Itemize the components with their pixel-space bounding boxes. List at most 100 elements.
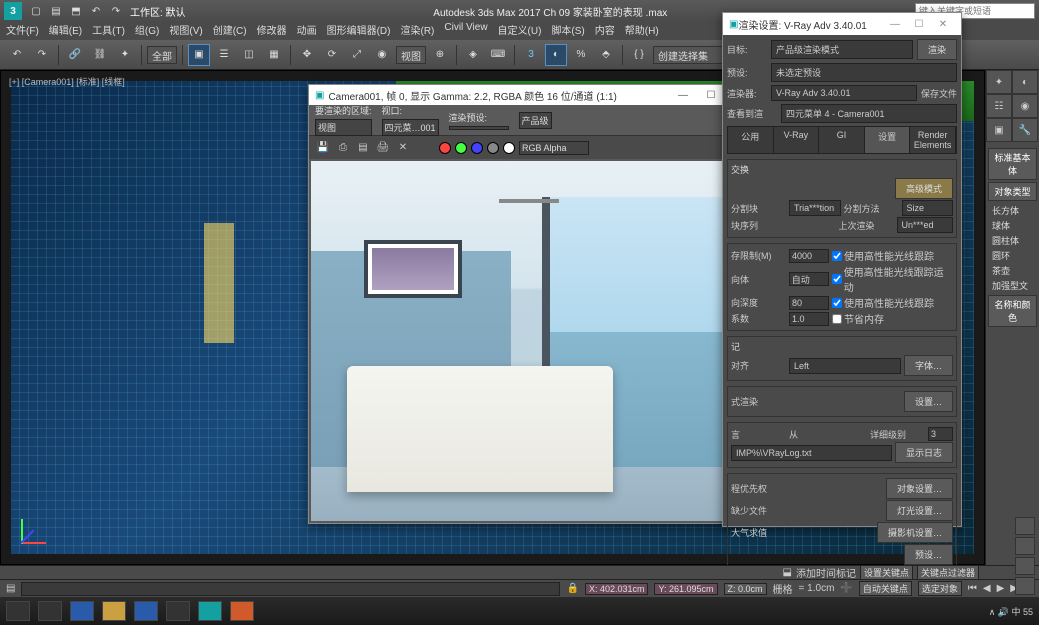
task-word-icon[interactable]: [134, 601, 158, 621]
manip-icon[interactable]: ◈: [462, 44, 484, 66]
qat-new-icon[interactable]: ▢: [28, 3, 44, 19]
tab-render-elements[interactable]: Render Elements: [910, 127, 956, 153]
chk-rt1[interactable]: [832, 251, 842, 261]
menu-animation[interactable]: 动画: [297, 22, 317, 40]
viewport-label[interactable]: [+] [Camera001] [标准] [线框]: [9, 75, 125, 88]
task-taskview-icon[interactable]: [38, 601, 62, 621]
show-log-button[interactable]: 显示日志: [895, 442, 953, 463]
scale-icon[interactable]: ⤢: [346, 44, 368, 66]
task-folder-icon[interactable]: [102, 601, 126, 621]
orbit-icon[interactable]: [1015, 557, 1035, 575]
unlink-icon[interactable]: ⛓: [89, 44, 111, 66]
cmd-item[interactable]: 圆环: [988, 248, 1037, 263]
tab-settings[interactable]: 设置: [865, 127, 911, 153]
renderer-dropdown[interactable]: V-Ray Adv 3.40.01: [771, 85, 917, 101]
play-start-icon[interactable]: ⏮: [968, 583, 977, 594]
tab-vray[interactable]: V-Ray: [774, 127, 820, 153]
mem-limit-input[interactable]: [789, 249, 829, 263]
qat-save-icon[interactable]: ⬒: [68, 3, 84, 19]
presets-button[interactable]: 预设…: [904, 544, 953, 565]
close-icon[interactable]: ✕: [931, 19, 955, 30]
maximize-icon[interactable]: ☐: [699, 90, 723, 101]
maximize-icon[interactable]: ☐: [907, 19, 931, 30]
cmd-item[interactable]: 圆柱体: [988, 233, 1037, 248]
redo-icon[interactable]: ↷: [31, 44, 53, 66]
coord-y[interactable]: Y: 261.095cm: [654, 583, 717, 595]
blue-channel-icon[interactable]: [471, 142, 483, 154]
play-icon[interactable]: ▶: [997, 583, 1005, 594]
tray-icons[interactable]: ∧ 🔊 中 55: [989, 605, 1033, 618]
clone-icon[interactable]: ▤: [355, 140, 371, 156]
add-time-tag-icon[interactable]: ➕: [840, 583, 852, 594]
pan-icon[interactable]: [1015, 517, 1035, 535]
maximize-viewport-icon[interactable]: [1015, 577, 1035, 595]
view-to-render-dropdown[interactable]: 四元菜单 4 - Camera001: [781, 104, 957, 123]
hierarchy-tab-icon[interactable]: ☷: [986, 94, 1012, 118]
minimize-icon[interactable]: —: [883, 19, 907, 30]
cmd-item[interactable]: 茶壶: [988, 263, 1037, 278]
dist-settings-button[interactable]: 设置…: [904, 391, 953, 412]
workspace-label[interactable]: 工作区: 默认: [130, 4, 186, 19]
cmd-item[interactable]: 球体: [988, 218, 1037, 233]
cmd-cat-objtype[interactable]: 对象类型: [988, 182, 1037, 201]
menu-grapheditors[interactable]: 图形编辑器(D): [327, 22, 391, 40]
print-icon[interactable]: 🖨: [375, 140, 391, 156]
obj-settings-button[interactable]: 对象设置…: [886, 478, 953, 499]
bind-icon[interactable]: ✦: [114, 44, 136, 66]
coord-z[interactable]: Z: 0.0cm: [724, 583, 767, 595]
zoom-icon[interactable]: [1015, 537, 1035, 555]
clear-icon[interactable]: ✕: [395, 140, 411, 156]
target-dropdown[interactable]: 产品级渲染模式: [771, 40, 913, 59]
menu-help[interactable]: 帮助(H): [625, 22, 659, 40]
undo-icon[interactable]: ↶: [6, 44, 28, 66]
qat-undo-icon[interactable]: ↶: [88, 3, 104, 19]
task-app1-icon[interactable]: [166, 601, 190, 621]
placement-icon[interactable]: ◉: [371, 44, 393, 66]
select-name-icon[interactable]: ☰: [213, 44, 235, 66]
coord-x[interactable]: X: 402.031cm: [585, 583, 649, 595]
menu-file[interactable]: 文件(F): [6, 22, 39, 40]
sequence-dropdown[interactable]: Un***ed: [897, 217, 954, 233]
align-dropdown[interactable]: Left: [789, 358, 901, 374]
qat-open-icon[interactable]: ▤: [48, 3, 64, 19]
alpha-channel-icon[interactable]: [487, 142, 499, 154]
geom-input[interactable]: [789, 272, 829, 286]
named-selset-dropdown[interactable]: 创建选择集: [653, 46, 733, 64]
vray-titlebar[interactable]: ▣ 渲染设置: V-Ray Adv 3.40.01 — ☐ ✕: [723, 13, 961, 35]
select-icon[interactable]: ▣: [188, 44, 210, 66]
snap-icon[interactable]: 3: [520, 44, 542, 66]
maxscript-icon[interactable]: ▤: [6, 583, 15, 594]
production-dropdown[interactable]: 产品级: [519, 112, 552, 129]
adv-mode-button[interactable]: 高级模式: [895, 178, 953, 199]
task-3dsmax-icon[interactable]: [198, 601, 222, 621]
save-image-icon[interactable]: 💾: [315, 140, 331, 156]
play-prev-icon[interactable]: ◀: [983, 583, 991, 594]
menu-create[interactable]: 创建(C): [213, 22, 247, 40]
menu-edit[interactable]: 编辑(E): [49, 22, 82, 40]
save-file-check[interactable]: 保存文件: [921, 87, 957, 100]
autokey-button[interactable]: 自动关键点: [859, 581, 912, 596]
task-edge-icon[interactable]: [70, 601, 94, 621]
timetag-icon[interactable]: ⬓: [783, 567, 792, 578]
display-tab-icon[interactable]: ▣: [986, 118, 1012, 142]
spinner-snap-icon[interactable]: ⬘: [595, 44, 617, 66]
coef-input[interactable]: [789, 312, 829, 326]
render-titlebar[interactable]: ▣ Camera001, 帧 0, 显示 Gamma: 2.2, RGBA 颜色…: [309, 85, 757, 105]
select-rect-icon[interactable]: ◫: [238, 44, 260, 66]
cmd-cat-namecolor[interactable]: 名称和颜色: [988, 295, 1037, 327]
tab-common[interactable]: 公用: [728, 127, 774, 153]
menu-rendering[interactable]: 渲染(R): [400, 22, 434, 40]
log-path-field[interactable]: IMP%\VRayLog.txt: [731, 445, 892, 461]
tab-gi[interactable]: GI: [819, 127, 865, 153]
depth-input[interactable]: [789, 296, 829, 310]
menu-view[interactable]: 视图(V): [169, 22, 202, 40]
subdiv-type-dropdown[interactable]: Tria***tion: [789, 200, 841, 216]
area-dropdown[interactable]: 视图: [315, 119, 372, 136]
render-button[interactable]: 渲染: [917, 39, 957, 60]
preset-setting-dropdown[interactable]: 未选定预设: [771, 63, 957, 82]
ref-coord-dropdown[interactable]: 视图: [396, 46, 426, 64]
menu-modifiers[interactable]: 修改器: [257, 22, 287, 40]
mono-channel-icon[interactable]: [503, 142, 515, 154]
copy-image-icon[interactable]: ⎙: [335, 140, 351, 156]
pivot-icon[interactable]: ⊕: [429, 44, 451, 66]
